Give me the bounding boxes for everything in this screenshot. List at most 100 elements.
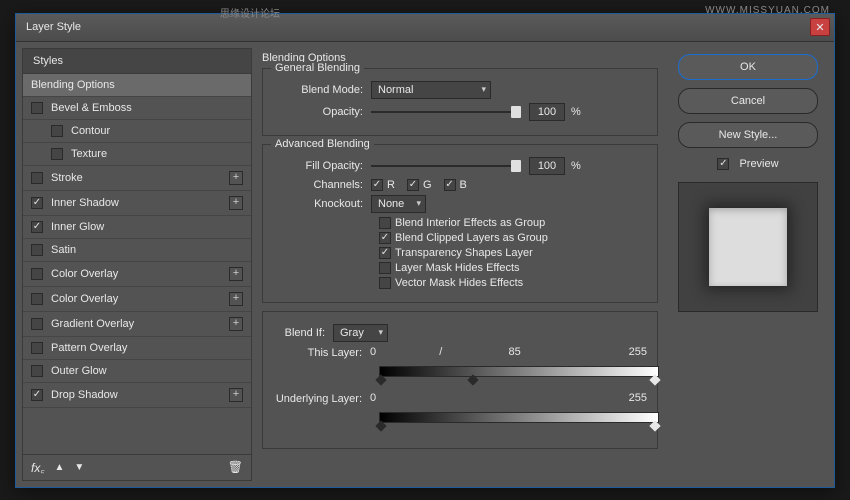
trash-icon[interactable]: 🗑	[228, 460, 243, 474]
add-effect-icon[interactable]: +	[229, 292, 243, 306]
channel-b-checkbox[interactable]	[444, 179, 456, 191]
style-checkbox[interactable]	[31, 102, 43, 114]
channel-g-checkbox[interactable]	[407, 179, 419, 191]
style-item-label: Pattern Overlay	[51, 342, 243, 354]
underlying-layer-slider[interactable]	[379, 410, 659, 428]
close-button[interactable]: ✕	[810, 18, 830, 36]
fill-opacity-label: Fill Opacity:	[273, 160, 371, 172]
fill-opacity-slider[interactable]	[371, 159, 521, 173]
style-checkbox[interactable]	[31, 342, 43, 354]
ok-button[interactable]: OK	[678, 54, 818, 80]
watermark-left: 思缘设计论坛	[220, 5, 280, 20]
fill-pct: %	[571, 160, 581, 172]
style-item-bevel-emboss[interactable]: Bevel & Emboss	[23, 97, 251, 120]
underlying-layer-values: 0255	[370, 392, 647, 404]
style-checkbox[interactable]	[31, 318, 43, 330]
style-item-color-overlay[interactable]: Color Overlay+	[23, 262, 251, 287]
style-item-stroke[interactable]: Stroke+	[23, 166, 251, 191]
preview-label: Preview	[739, 158, 778, 170]
style-item-satin[interactable]: Satin	[23, 239, 251, 262]
style-item-inner-glow[interactable]: Inner Glow	[23, 216, 251, 239]
this-layer-values: 0/85255	[370, 346, 647, 358]
blend-if-group: Blend If: Gray This Layer: 0/85255 Under…	[262, 311, 658, 449]
style-item-texture[interactable]: Texture	[23, 143, 251, 166]
styles-header[interactable]: Styles	[23, 49, 251, 74]
knockout-label: Knockout:	[273, 198, 371, 210]
cancel-button[interactable]: Cancel	[678, 88, 818, 114]
move-down-icon[interactable]: ▼	[74, 462, 84, 473]
fx-icon[interactable]: fx꜀	[31, 459, 45, 476]
adv-option-checkbox[interactable]	[379, 217, 391, 229]
style-item-label: Texture	[71, 148, 243, 160]
style-checkbox[interactable]	[31, 172, 43, 184]
style-checkbox[interactable]	[31, 244, 43, 256]
style-item-blending-options[interactable]: Blending Options	[23, 74, 251, 97]
preview-checkbox[interactable]	[717, 158, 729, 170]
this-layer-slider[interactable]	[379, 364, 659, 382]
this-layer-label: This Layer:	[273, 347, 370, 359]
style-item-inner-shadow[interactable]: Inner Shadow+	[23, 191, 251, 216]
channel-b-label: B	[460, 179, 467, 191]
close-icon: ✕	[815, 21, 824, 34]
channels-label: Channels:	[273, 179, 371, 191]
adv-option-checkbox[interactable]	[379, 232, 391, 244]
opacity-slider[interactable]	[371, 105, 521, 119]
style-item-gradient-overlay[interactable]: Gradient Overlay+	[23, 312, 251, 337]
style-item-label: Color Overlay	[51, 293, 229, 305]
style-item-color-overlay[interactable]: Color Overlay+	[23, 287, 251, 312]
add-effect-icon[interactable]: +	[229, 196, 243, 210]
style-item-label: Inner Shadow	[51, 197, 229, 209]
blend-mode-select[interactable]: Normal	[371, 81, 491, 99]
adv-option-row: Vector Mask Hides Effects	[379, 277, 647, 289]
new-style-button[interactable]: New Style...	[678, 122, 818, 148]
fill-opacity-value[interactable]: 100	[529, 157, 565, 175]
style-item-label: Satin	[51, 244, 243, 256]
adv-option-row: Transparency Shapes Layer	[379, 247, 647, 259]
style-checkbox[interactable]	[31, 197, 43, 209]
opacity-value[interactable]: 100	[529, 103, 565, 121]
channel-g-label: G	[423, 179, 432, 191]
style-list: Blending Options Bevel & EmbossContour Tex…	[23, 74, 251, 454]
general-blending-group: General Blending Blend Mode: Normal Opac…	[262, 68, 658, 136]
advanced-legend: Advanced Blending	[271, 138, 374, 150]
add-effect-icon[interactable]: +	[229, 267, 243, 281]
style-item-label: Blending Options	[31, 79, 243, 91]
advanced-blending-group: Advanced Blending Fill Opacity: 100 % Ch…	[262, 144, 658, 303]
add-effect-icon[interactable]: +	[229, 317, 243, 331]
general-legend: General Blending	[271, 62, 364, 74]
style-item-label: Gradient Overlay	[51, 318, 229, 330]
adv-option-checkbox[interactable]	[379, 247, 391, 259]
styles-column: Styles Blending Options Bevel & EmbossCon…	[22, 48, 252, 481]
add-effect-icon[interactable]: +	[229, 388, 243, 402]
style-item-pattern-overlay[interactable]: Pattern Overlay	[23, 337, 251, 360]
underlying-layer-label: Underlying Layer:	[273, 393, 370, 405]
preview-thumbnail	[678, 182, 818, 312]
style-item-label: Color Overlay	[51, 268, 229, 280]
styles-footer: fx꜀ ▲ ▼ 🗑	[23, 454, 251, 480]
dialog-title: Layer Style	[26, 21, 81, 33]
style-item-contour[interactable]: Contour	[23, 120, 251, 143]
action-column: OK Cancel New Style... Preview	[668, 48, 828, 481]
style-checkbox[interactable]	[31, 389, 43, 401]
options-column: Blending Options General Blending Blend …	[252, 48, 668, 481]
style-checkbox[interactable]	[31, 293, 43, 305]
adv-option-checkbox[interactable]	[379, 262, 391, 274]
adv-option-label: Blend Interior Effects as Group	[395, 217, 545, 229]
adv-option-checkbox[interactable]	[379, 277, 391, 289]
blend-mode-label: Blend Mode:	[273, 84, 371, 96]
titlebar: Layer Style ✕	[16, 14, 834, 42]
style-item-drop-shadow[interactable]: Drop Shadow+	[23, 383, 251, 408]
channel-r-checkbox[interactable]	[371, 179, 383, 191]
style-checkbox[interactable]	[31, 268, 43, 280]
knockout-select[interactable]: None	[371, 195, 426, 213]
style-checkbox[interactable]	[31, 221, 43, 233]
blend-if-select[interactable]: Gray	[333, 324, 388, 342]
style-checkbox[interactable]	[51, 125, 63, 137]
move-up-icon[interactable]: ▲	[55, 462, 65, 473]
add-effect-icon[interactable]: +	[229, 171, 243, 185]
style-checkbox[interactable]	[51, 148, 63, 160]
adv-option-label: Blend Clipped Layers as Group	[395, 232, 548, 244]
style-item-outer-glow[interactable]: Outer Glow	[23, 360, 251, 383]
adv-option-row: Layer Mask Hides Effects	[379, 262, 647, 274]
style-checkbox[interactable]	[31, 365, 43, 377]
